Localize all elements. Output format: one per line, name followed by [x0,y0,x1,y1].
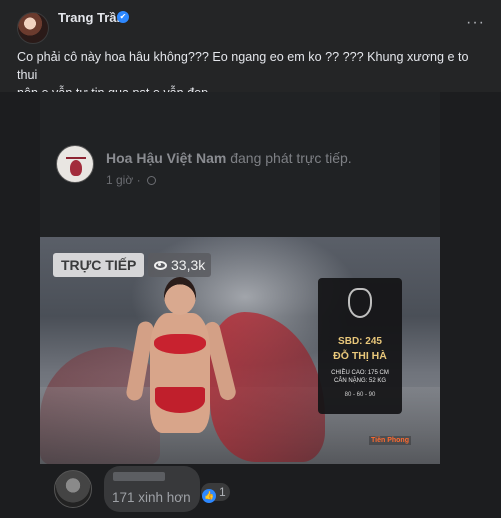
comment-text: 171 xinh hơn [112,490,191,505]
embedded-post-header [40,92,440,240]
embedded-page-status: đang phát trực tiếp. [230,150,352,166]
embedded-page-name[interactable]: Hoa Hậu Việt Nam [106,150,226,166]
contestant-info-card: SBD: 245 ĐỖ THỊ HÀ CHIỀU CAO: 175 CM CÂN… [318,278,402,414]
video-scene-swimsuit-bottom [155,387,205,413]
contestant-measurements: 80 - 60 - 90 [344,392,376,398]
viewer-count: 33,3k [148,253,212,277]
video-scene-swimsuit-top [154,334,206,354]
author-avatar[interactable] [17,12,49,44]
author-name[interactable]: Trang Trần [58,10,124,25]
contestant-number: SBD: 245 [338,336,382,347]
contestant-height: CHIỀU CAO: 175 CM [331,370,389,376]
caption-line-1: Co phải cô này hoa hâu không??? Eo ngang… [17,50,469,82]
reaction-count: 1 [219,485,226,499]
live-badge: TRỰC TIẾP [53,253,145,277]
pageant-logo-icon [348,288,372,318]
globe-icon [146,176,156,185]
contestant-weight: CÂN NẶNG: 52 KG [333,378,386,384]
contestant-name: ĐỖ THỊ HÀ [333,350,387,362]
time-separator: · [136,173,141,187]
eye-icon [154,261,167,270]
viewer-count-value: 33,3k [171,257,206,273]
commenter-avatar[interactable] [54,470,92,508]
like-icon: 👍 [202,489,216,503]
broadcaster-logo: Tiền Phong [369,436,411,445]
commenter-name-redacted [113,472,165,481]
post-header: Trang Trần ✔ ··· [0,0,501,44]
comment-reaction[interactable]: 👍 1 [201,483,230,503]
crown-icon [66,151,86,159]
video-scene-head [164,277,196,315]
logo-emblem [70,160,82,176]
embedded-page-title: Hoa Hậu Việt Nam đang phát trực tiếp. [106,150,352,166]
embedded-post-time: 1 giờ · [106,173,156,187]
page-logo-icon[interactable] [56,145,94,183]
video-scene-figure [150,313,210,433]
more-options-button[interactable]: ··· [466,14,485,32]
verified-badge-icon: ✔ [117,11,129,23]
embedded-time-label[interactable]: 1 giờ [106,173,133,187]
